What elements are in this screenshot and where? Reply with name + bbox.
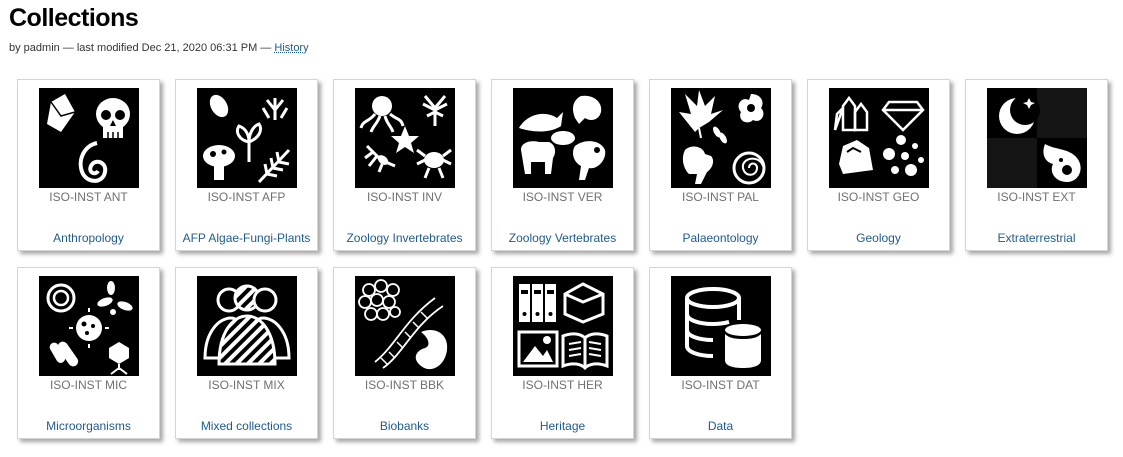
collection-code: ISO-INST AFP: [207, 190, 286, 204]
microorganisms-icon: [39, 276, 139, 376]
collection-name[interactable]: Geology: [808, 231, 949, 245]
collection-name[interactable]: Zoology Invertebrates: [334, 231, 475, 245]
collection-code: ISO-INST MIX: [208, 378, 285, 392]
anthropology-icon: [39, 88, 139, 188]
collection-code: ISO-INST BBK: [364, 378, 445, 392]
collection-code: ISO-INST DAT: [681, 378, 760, 392]
collections-grid: ISO-INST ANT Anthropology ISO-INST AFP A…: [17, 79, 1123, 439]
collection-card-mixed[interactable]: ISO-INST MIX Mixed collections: [175, 267, 318, 439]
collection-name[interactable]: Data: [650, 419, 791, 433]
collection-card-vertebrates[interactable]: ISO-INST VER Zoology Vertebrates: [491, 79, 634, 251]
collection-code: ISO-INST GEO: [837, 190, 920, 204]
collection-name[interactable]: Biobanks: [334, 419, 475, 433]
collection-name[interactable]: Microorganisms: [18, 419, 159, 433]
collection-name[interactable]: Anthropology: [18, 231, 159, 245]
collection-card-microorganisms[interactable]: ISO-INST MIC Microorganisms: [17, 267, 160, 439]
collection-card-geology[interactable]: ISO-INST GEO Geology: [807, 79, 950, 251]
mixed-collections-icon: [197, 276, 297, 376]
collection-card-extraterrestrial[interactable]: ISO-INST EXT Extraterrestrial: [965, 79, 1108, 251]
collection-name[interactable]: Palaeontology: [650, 231, 791, 245]
collection-card-heritage[interactable]: ISO-INST HER Heritage: [491, 267, 634, 439]
collection-name[interactable]: AFP Algae-Fungi-Plants: [176, 231, 317, 245]
collection-code: ISO-INST EXT: [997, 190, 1076, 204]
history-link[interactable]: History: [274, 42, 308, 54]
collection-code: ISO-INST MIC: [49, 378, 128, 392]
collection-code: ISO-INST VER: [522, 190, 603, 204]
collection-card-data[interactable]: ISO-INST DAT Data: [649, 267, 792, 439]
collection-card-invertebrates[interactable]: ISO-INST INV Zoology Invertebrates: [333, 79, 476, 251]
collection-card-palaeontology[interactable]: ISO-INST PAL Palaeontology: [649, 79, 792, 251]
algae-fungi-plants-icon: [197, 88, 297, 188]
data-icon: [671, 276, 771, 376]
collection-name[interactable]: Extraterrestrial: [966, 231, 1107, 245]
biobanks-icon: [355, 276, 455, 376]
collection-card-afp[interactable]: ISO-INST AFP AFP Algae-Fungi-Plants: [175, 79, 318, 251]
collection-code: ISO-INST PAL: [682, 190, 759, 204]
collection-name[interactable]: Heritage: [492, 419, 633, 433]
collection-card-biobanks[interactable]: ISO-INST BBK Biobanks: [333, 267, 476, 439]
extraterrestrial-icon: [987, 88, 1087, 188]
collection-code: ISO-INST ANT: [49, 190, 128, 204]
vertebrates-icon: [513, 88, 613, 188]
collection-name[interactable]: Mixed collections: [176, 419, 317, 433]
heritage-icon: [513, 276, 613, 376]
invertebrates-icon: [355, 88, 455, 188]
collection-code: ISO-INST INV: [366, 190, 443, 204]
page-title: Collections: [9, 4, 139, 32]
byline: by padmin — last modified Dec 21, 2020 0…: [9, 42, 309, 54]
geology-icon: [829, 88, 929, 188]
collection-name[interactable]: Zoology Vertebrates: [492, 231, 633, 245]
collection-code: ISO-INST HER: [522, 378, 603, 392]
collection-card-anthropology[interactable]: ISO-INST ANT Anthropology: [17, 79, 160, 251]
byline-text: by padmin — last modified Dec 21, 2020 0…: [9, 42, 272, 54]
palaeontology-icon: [671, 88, 771, 188]
